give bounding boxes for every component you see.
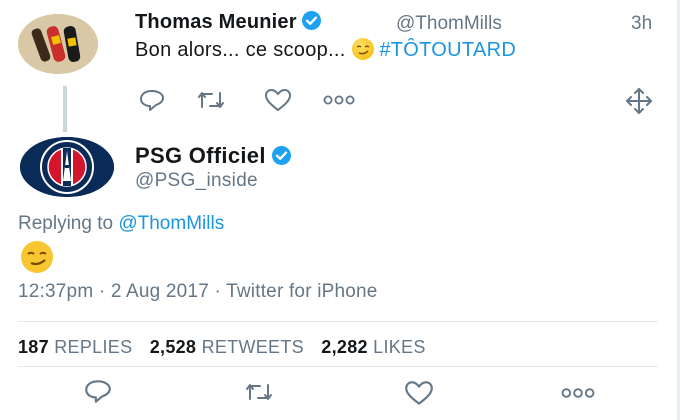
likes-label[interactable]: LIKES [373,337,426,357]
replying-handle-link[interactable]: @ThomMills [118,213,224,234]
replying-prefix: Replying to [18,213,114,234]
smirk-emoji-icon [20,240,54,274]
like-icon[interactable] [403,379,435,407]
main-author-name[interactable]: PSG Officiel [135,143,292,169]
retweets-count[interactable]: 2,528 [150,337,197,357]
tweet-stats: 187 REPLIES 2,528 RETWEETS 2,282 LIKES [18,337,438,358]
tweet-timestamp[interactable]: 12:37pm · 2 Aug 2017 · Twitter for iPhon… [18,281,378,303]
divider [18,321,658,322]
likes-count[interactable]: 2,282 [321,337,368,357]
more-icon[interactable] [560,386,596,400]
main-author-handle[interactable]: @PSG_inside [135,170,258,192]
tweet-thread: Thomas Meunier @ThomMills 3h Bon alors..… [0,0,680,420]
reply-icon[interactable] [83,378,113,404]
reply-text: Bon alors... ce scoop... #TÔTOUTARD [135,38,516,62]
retweet-icon[interactable] [196,88,226,112]
divider [18,366,658,367]
psg-avatar[interactable] [20,137,114,197]
hashtag-link[interactable]: #TÔTOUTARD [379,39,516,61]
like-icon[interactable] [263,87,293,113]
replies-count[interactable]: 187 [18,337,49,357]
reply-author-name[interactable]: Thomas Meunier [135,11,322,34]
expand-icon[interactable] [624,86,654,116]
verified-badge-icon [272,146,292,165]
more-icon[interactable] [322,94,356,106]
replies-label[interactable]: REPLIES [54,337,132,357]
reply-icon[interactable] [138,88,166,112]
reply-author-handle[interactable]: @ThomMills [396,13,502,35]
retweets-label[interactable]: RETWEETS [202,337,304,357]
thomas-meunier-avatar[interactable] [18,14,98,74]
smirk-emoji-icon [351,38,374,60]
reply-text-body: Bon alors... ce scoop... [135,39,346,61]
replying-to-line: Replying to @ThomMills [18,213,224,235]
verified-badge-icon [302,11,322,30]
thread-connector-line [63,86,67,132]
main-author-name-text[interactable]: PSG Officiel [135,143,266,168]
retweet-icon[interactable] [243,380,275,404]
reply-time[interactable]: 3h [631,13,652,35]
author-name-text[interactable]: Thomas Meunier [135,11,297,33]
